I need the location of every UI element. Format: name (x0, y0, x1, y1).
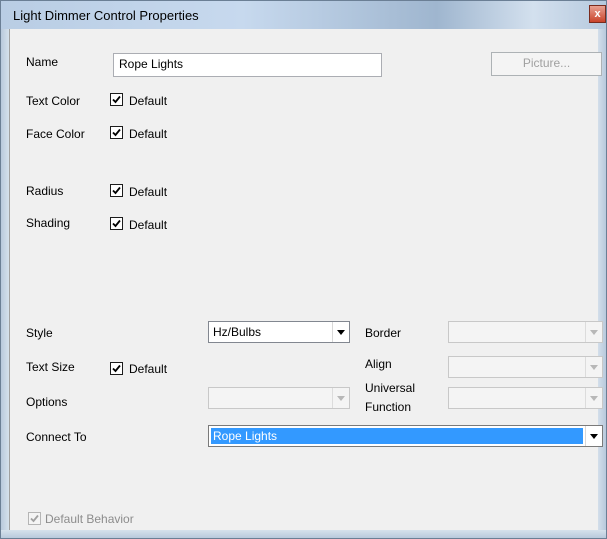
universal-function-label-line2: Function (365, 400, 412, 414)
checkmark-icon (112, 95, 121, 104)
universal-function-dropdown-arrow[interactable] (585, 388, 602, 408)
text-color-default-label: Default (129, 94, 168, 108)
window-frame-bottom (1, 530, 606, 538)
chevron-down-icon (337, 330, 345, 335)
face-color-default-label: Default (129, 127, 168, 141)
align-dropdown[interactable] (448, 356, 603, 378)
checkmark-icon (112, 128, 121, 137)
style-dropdown-arrow[interactable] (332, 322, 349, 342)
chevron-down-icon (590, 434, 598, 439)
radius-default-checkbox[interactable] (110, 184, 123, 197)
universal-function-label-line1: Universal (365, 381, 416, 395)
face-color-label: Face Color (26, 127, 85, 141)
connect-to-dropdown-arrow[interactable] (585, 426, 602, 446)
connect-to-value: Rope Lights (211, 428, 583, 444)
connect-to-label: Connect To (26, 430, 87, 444)
text-color-label: Text Color (26, 94, 81, 108)
properties-dialog: Light Dimmer Control Properties x Name R… (0, 0, 607, 539)
chevron-down-icon (590, 365, 598, 370)
universal-function-dropdown[interactable] (448, 387, 603, 409)
style-dropdown[interactable]: Hz/Bulbs (208, 321, 350, 343)
title-bar[interactable]: Light Dimmer Control Properties x (1, 1, 606, 29)
options-dropdown[interactable] (208, 387, 350, 409)
text-size-default-label: Default (129, 362, 168, 376)
face-color-default-checkbox[interactable] (110, 126, 123, 139)
chevron-down-icon (590, 330, 598, 335)
checkmark-icon (112, 364, 121, 373)
text-size-default-checkbox[interactable] (110, 362, 123, 375)
chevron-down-icon (590, 396, 598, 401)
connect-to-dropdown[interactable]: Rope Lights (208, 425, 603, 447)
options-label: Options (26, 395, 68, 409)
options-dropdown-arrow[interactable] (332, 388, 349, 408)
close-icon: x (594, 8, 601, 20)
name-label: Name (26, 55, 59, 69)
radius-label: Radius (26, 184, 64, 198)
shading-default-checkbox[interactable] (110, 217, 123, 230)
shading-label: Shading (26, 216, 71, 230)
align-label: Align (365, 357, 392, 371)
border-dropdown-arrow[interactable] (585, 322, 602, 342)
window-frame-left (1, 29, 9, 538)
window-frame-right (597, 29, 606, 538)
style-value: Hz/Bulbs (213, 325, 262, 339)
default-behavior-checkbox[interactable] (28, 512, 41, 525)
picture-button[interactable]: Picture... (491, 52, 602, 76)
name-input[interactable]: Rope Lights (113, 53, 382, 77)
close-button[interactable]: x (589, 5, 606, 23)
style-label: Style (26, 326, 53, 340)
chevron-down-icon (337, 396, 345, 401)
checkmark-icon (112, 186, 121, 195)
text-color-default-checkbox[interactable] (110, 93, 123, 106)
shading-default-label: Default (129, 218, 168, 232)
border-label: Border (365, 326, 402, 340)
border-dropdown[interactable] (448, 321, 603, 343)
radius-default-label: Default (129, 185, 168, 199)
align-dropdown-arrow[interactable] (585, 357, 602, 377)
text-size-label: Text Size (26, 360, 75, 374)
checkmark-icon (30, 514, 39, 523)
checkmark-icon (112, 219, 121, 228)
window-title: Light Dimmer Control Properties (13, 8, 199, 23)
default-behavior-label: Default Behavior (45, 512, 134, 526)
dialog-content: Name Rope Lights Picture... Text Color D… (9, 29, 603, 530)
